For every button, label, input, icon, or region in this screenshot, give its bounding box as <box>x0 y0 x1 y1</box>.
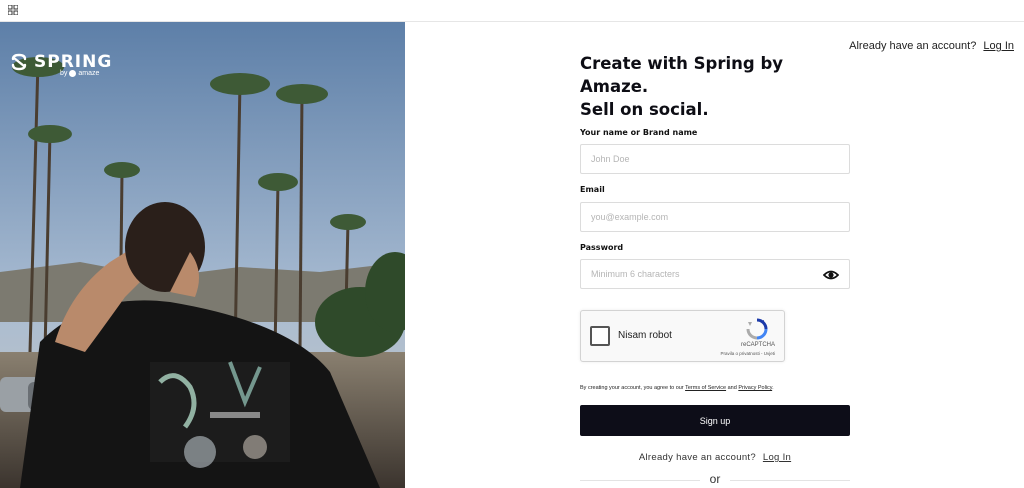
email-label: Email <box>580 185 605 194</box>
recaptcha-checkbox[interactable] <box>590 326 610 346</box>
page-title: Create with Spring by Amaze. Sell on soc… <box>580 52 850 121</box>
header-login-link[interactable]: Log In <box>983 40 1014 52</box>
or-text: or <box>709 472 721 486</box>
hero-illustration <box>0 22 405 488</box>
bottom-login-link[interactable]: Log In <box>763 452 791 463</box>
top-bar <box>0 0 1024 22</box>
header-login-prompt: Already have an account? <box>849 40 977 52</box>
recaptcha-logo-icon <box>746 318 768 340</box>
brand-parent: amaze <box>78 70 100 77</box>
brand-logo[interactable]: SPRING <box>10 52 112 72</box>
hero-photo: SPRING by amaze <box>0 22 405 488</box>
terms-of-service-link[interactable]: Terms of Service <box>685 385 726 391</box>
brand-by: by <box>60 70 68 77</box>
headline-line-2: Sell on social. <box>580 100 709 119</box>
name-field-box <box>580 144 850 174</box>
or-divider: or <box>580 470 850 488</box>
eye-icon[interactable] <box>823 268 839 282</box>
password-label: Password <box>580 243 624 252</box>
recaptcha-links[interactable]: Pravila o privatnosti - Uvjeti <box>720 351 775 356</box>
terms-prefix: By creating your account, you agree to o… <box>580 385 684 391</box>
spring-logo-icon <box>11 53 27 71</box>
brand-sub: by amaze <box>60 70 99 77</box>
email-field-box <box>580 202 850 232</box>
headline-line-1: Create with Spring by Amaze. <box>580 54 784 96</box>
name-label: Your name or Brand name <box>580 128 698 137</box>
password-field-box <box>580 259 850 289</box>
sign-up-button[interactable]: Sign up <box>580 405 850 436</box>
terms-text: By creating your account, you agree to o… <box>580 385 774 391</box>
privacy-policy-link[interactable]: Privacy Policy <box>738 385 772 391</box>
name-input[interactable] <box>581 145 849 173</box>
bottom-login-prompt: Already have an account? <box>638 452 756 463</box>
signup-form: Create with Spring by Amaze. Sell on soc… <box>580 52 850 486</box>
bottom-login: Already have an account? Log In <box>580 452 850 463</box>
terms-and: and <box>727 385 737 391</box>
amaze-logo-icon <box>69 70 77 77</box>
brand-name: SPRING <box>34 52 113 72</box>
recaptcha-widget: Nisam robot reCAPTCHA Pravila o privatno… <box>580 310 785 362</box>
recaptcha-brand: reCAPTCHA <box>740 342 775 348</box>
header-login: Already have an account? Log In <box>849 40 1014 52</box>
email-input[interactable] <box>581 203 849 231</box>
terms-suffix: . <box>772 385 774 391</box>
recaptcha-checkbox-label: Nisam robot <box>618 330 672 341</box>
password-input[interactable] <box>581 260 849 288</box>
apps-grid-icon[interactable] <box>8 5 18 15</box>
